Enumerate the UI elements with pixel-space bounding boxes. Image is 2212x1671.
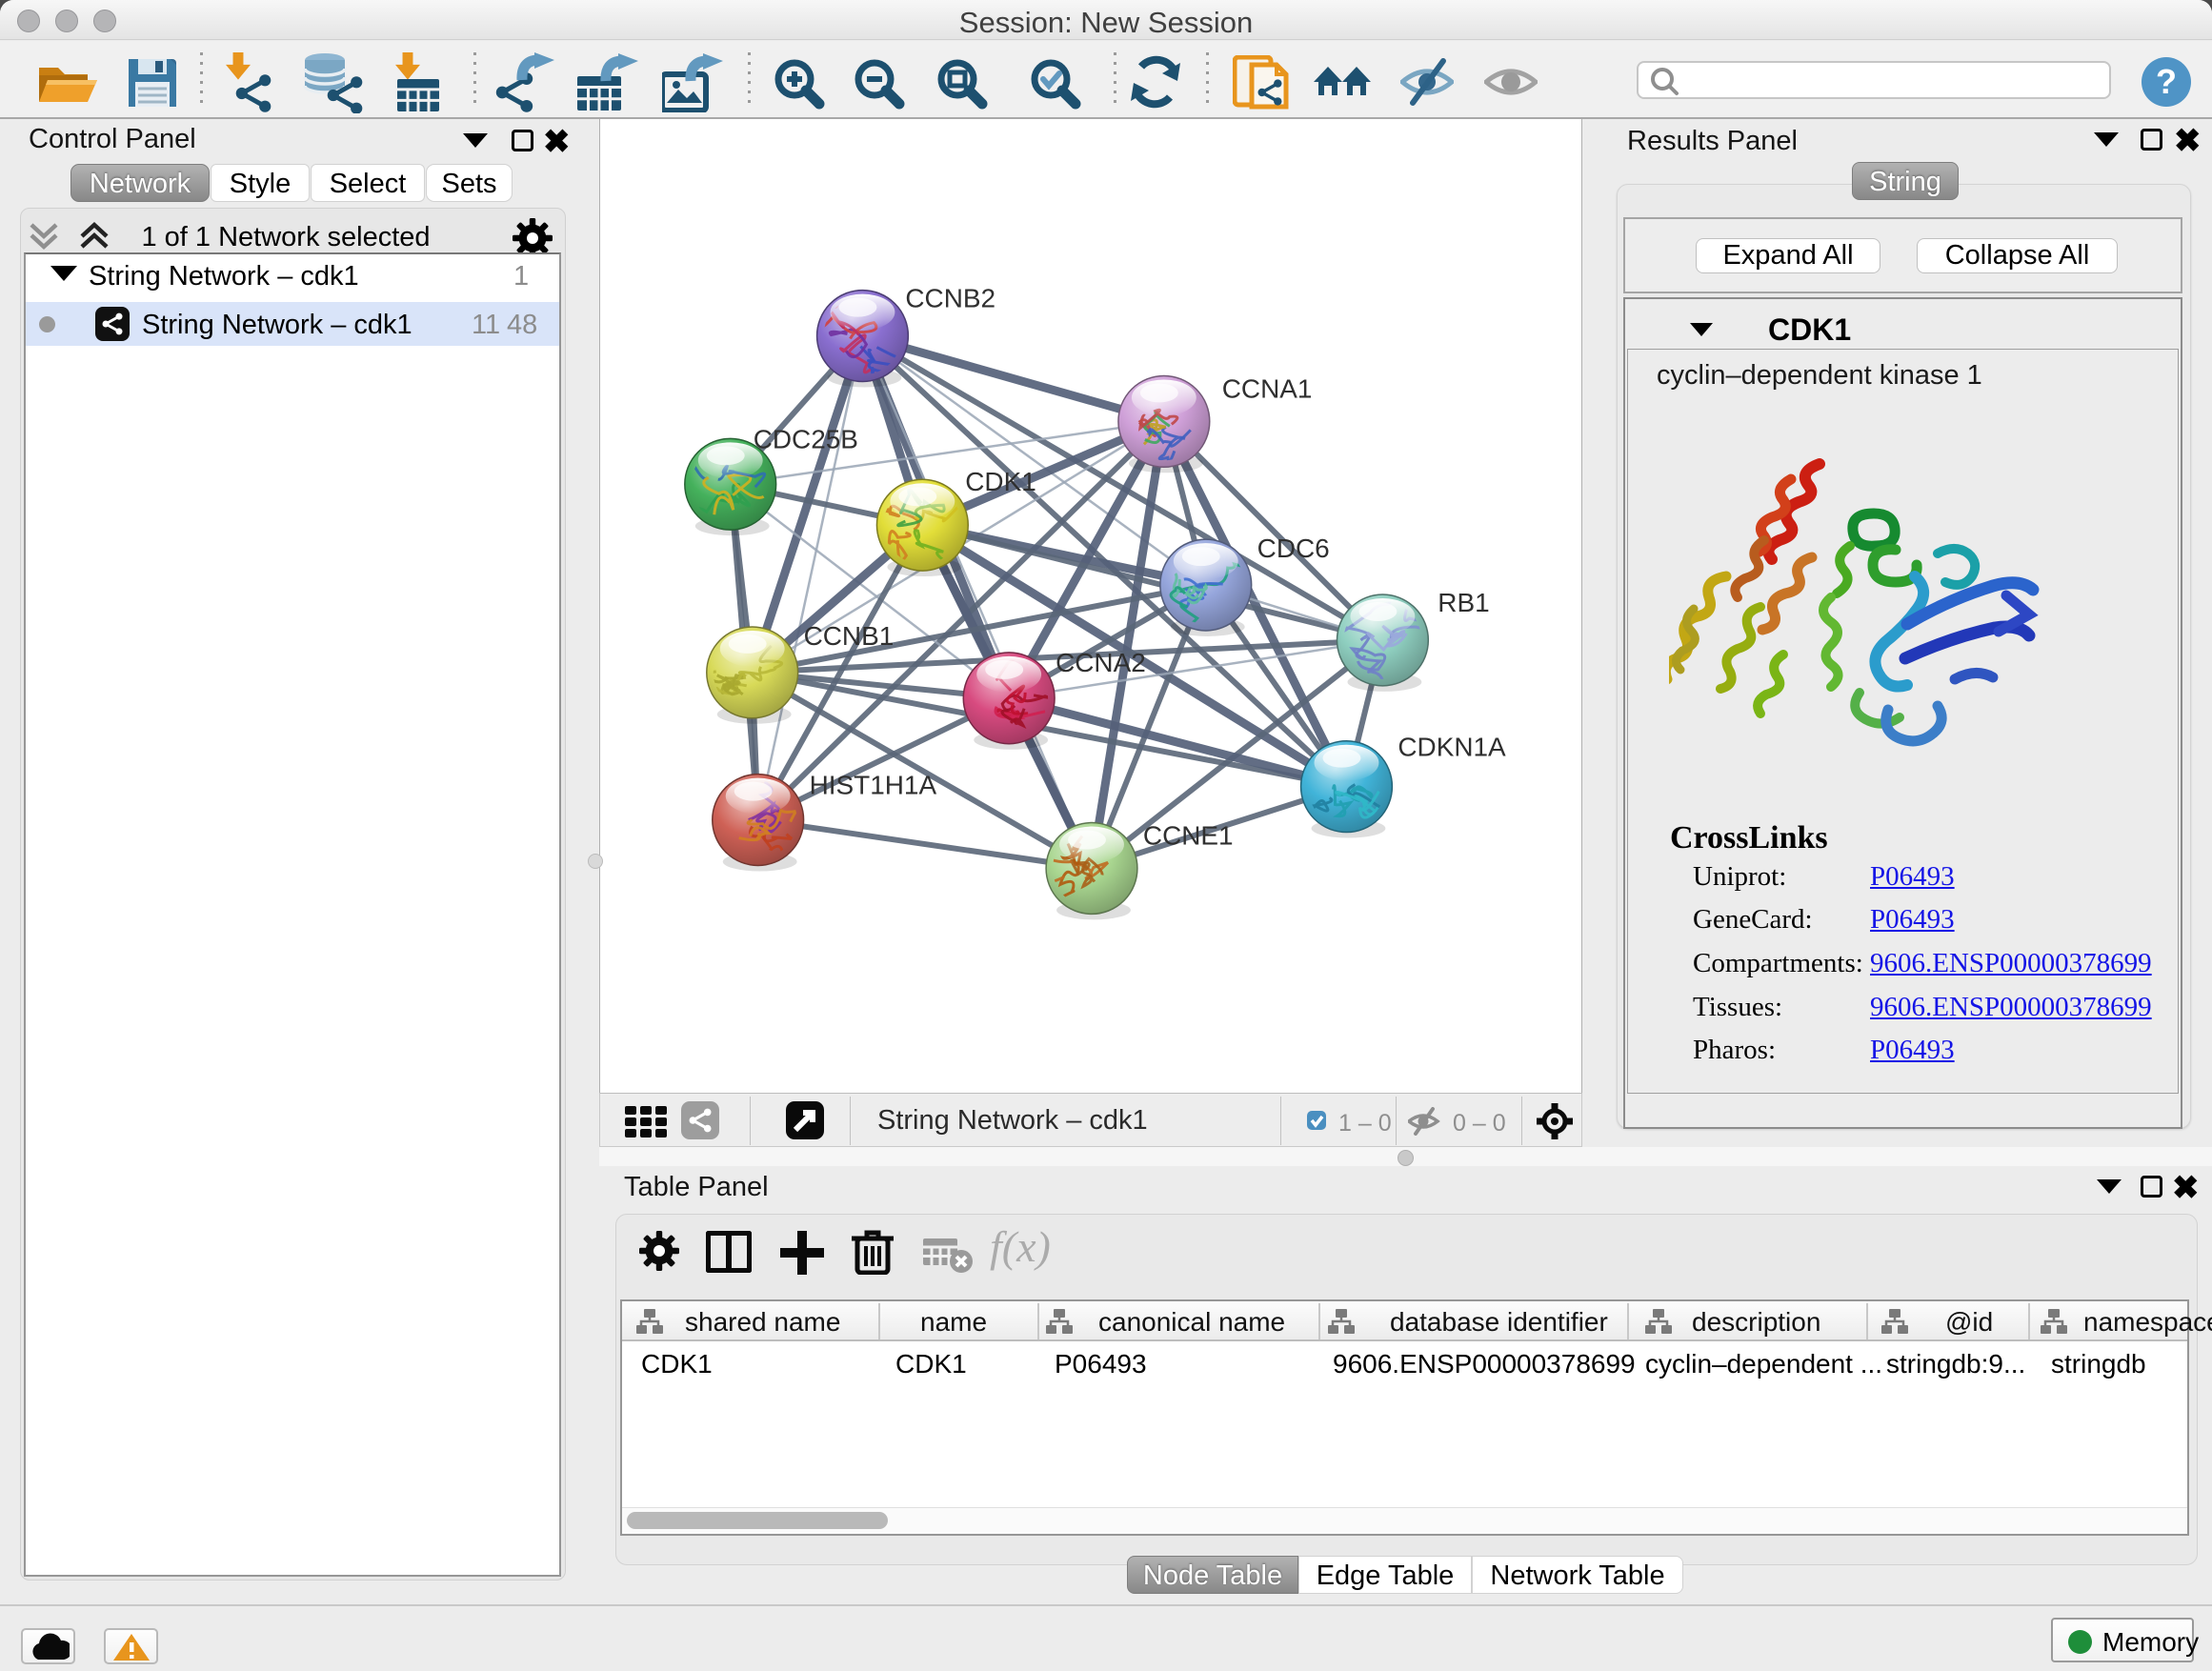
svg-text:CCNA1: CCNA1 (1222, 373, 1313, 403)
svg-text:CCNE1: CCNE1 (1143, 821, 1234, 851)
svg-text:CCNB2: CCNB2 (905, 284, 995, 313)
svg-text:CDKN1A: CDKN1A (1398, 733, 1506, 762)
svg-text:CDK1: CDK1 (965, 467, 1036, 496)
svg-text:?: ? (2156, 62, 2177, 101)
svg-text:CCNB1: CCNB1 (804, 621, 895, 651)
svg-text:CDC25B: CDC25B (754, 424, 858, 453)
svg-text:CCNA2: CCNA2 (1056, 648, 1146, 677)
svg-text:CDC6: CDC6 (1257, 534, 1330, 563)
svg-text:HIST1H1A: HIST1H1A (810, 771, 937, 800)
svg-text:RB1: RB1 (1438, 588, 1489, 617)
